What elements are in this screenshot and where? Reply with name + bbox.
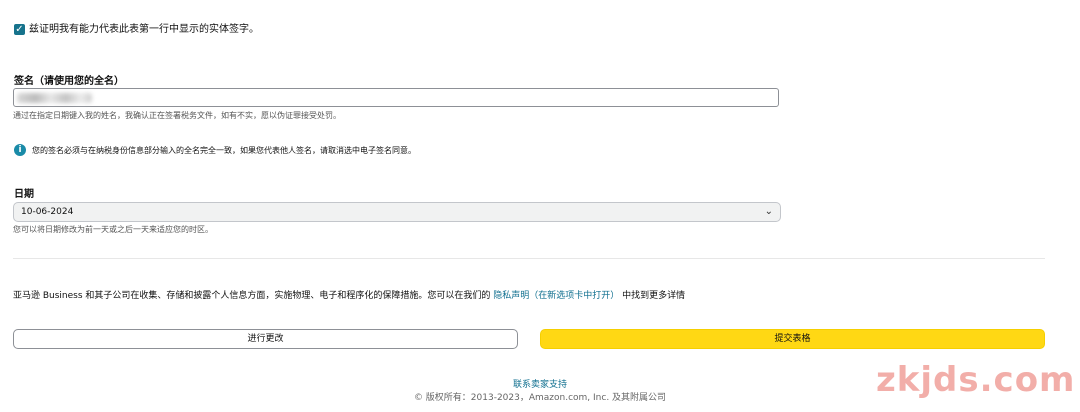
support-link-text[interactable]: 联系卖家支持 <box>513 380 567 390</box>
certification-label: 兹证明我有能力代表此表第一行中显示的实体签字。 <box>29 24 259 35</box>
signature-input[interactable] <box>13 88 779 107</box>
signature-hint: 通过在指定日期键入我的姓名，我确认正在签署税务文件，如有不实，愿以伪证罪接受处罚… <box>13 111 341 120</box>
edit-button[interactable]: 进行更改 <box>13 329 518 349</box>
privacy-text-after: 中找到更多详情 <box>619 291 686 301</box>
privacy-link-note[interactable]: （在新选项卡中打开） <box>529 291 619 301</box>
info-icon: i <box>14 144 26 156</box>
date-label: 日期 <box>14 189 34 200</box>
privacy-policy-link[interactable]: 隐私声明 <box>493 291 529 301</box>
signature-redacted-value <box>17 93 92 103</box>
certification-checkbox[interactable]: ✓ <box>14 24 25 35</box>
privacy-text-before: 亚马逊 Business 和其子公司在收集、存储和披露个人信息方面，实施物理、电… <box>13 291 494 301</box>
signature-label: 签名（请使用您的全名） <box>14 76 124 87</box>
date-select-value: 10-06-2024 <box>21 207 74 217</box>
date-hint: 您可以将日期修改为前一天或之后一天来适应您的时区。 <box>13 225 213 234</box>
submit-form-button[interactable]: 提交表格 <box>540 329 1045 349</box>
info-message: 您的签名必须与在纳税身份信息部分输入的全名完全一致，如果您代表他人签名，请取消选… <box>32 146 416 155</box>
watermark: zkjds.com <box>876 360 1076 400</box>
divider <box>13 258 1045 259</box>
privacy-statement: 亚马逊 Business 和其子公司在收集、存储和披露个人信息方面，实施物理、电… <box>13 290 685 302</box>
chevron-down-icon: ⌄ <box>764 206 773 217</box>
date-select[interactable]: 10-06-2024 ⌄ <box>13 202 781 222</box>
